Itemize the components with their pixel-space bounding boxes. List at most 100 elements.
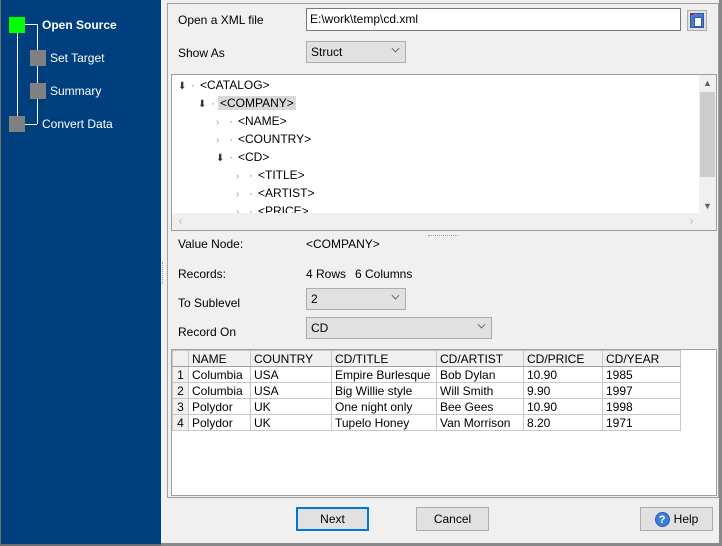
column-header[interactable]: CD/PRICE: [523, 350, 603, 367]
scroll-right-icon[interactable]: ›: [683, 213, 700, 230]
tree-node[interactable]: ⬇ · <CD>: [216, 149, 271, 166]
table-cell[interactable]: Bob Dylan: [436, 366, 524, 383]
splitter-grip[interactable]: [162, 262, 164, 284]
show-as-label: Show As: [178, 46, 225, 60]
next-button[interactable]: Next: [296, 507, 369, 531]
expand-arrow-icon[interactable]: ›: [236, 168, 248, 185]
wizard-steps-panel: Open Source Set Target Summary Convert D…: [0, 0, 161, 546]
wizard-connector: [17, 24, 18, 124]
open-xml-label: Open a XML file: [178, 13, 264, 27]
expand-arrow-icon[interactable]: ›: [236, 186, 248, 203]
records-grid[interactable]: NAME COUNTRY CD/TITLE CD/ARTIST CD/PRICE CD/Y…: [171, 349, 717, 496]
table-cell[interactable]: One night only: [331, 398, 437, 415]
records-label: Records:: [178, 267, 227, 281]
tree-node-label: <CATALOG>: [200, 78, 270, 92]
step-indicator-set-target: [30, 50, 46, 66]
tree-dot: ·: [229, 114, 233, 128]
sublevel-select[interactable]: 2: [306, 288, 406, 310]
scroll-up-icon[interactable]: ▲: [699, 75, 716, 92]
collapse-arrow-icon[interactable]: ⬇: [178, 78, 190, 95]
table-cell[interactable]: 1997: [602, 382, 681, 399]
table-row[interactable]: 3 Polydor UK One night only Bee Gees 10.90 199…: [172, 398, 681, 415]
scroll-left-icon[interactable]: ‹: [172, 213, 189, 230]
column-header[interactable]: CD/ARTIST: [436, 350, 524, 367]
records-columns: 6 Columns: [355, 267, 413, 281]
tree-dot: ·: [191, 78, 195, 92]
tree-node-label: <TITLE>: [258, 168, 305, 182]
value-node-label: Value Node:: [178, 237, 244, 251]
help-button[interactable]: ? Help: [640, 507, 713, 531]
row-number[interactable]: 3: [172, 398, 189, 415]
tree-node[interactable]: ⬇ · <COMPANY>: [198, 95, 296, 112]
step-open-source[interactable]: Open Source: [42, 18, 117, 32]
table-row[interactable]: 2 Columbia USA Big Willie style Will Smith 9.…: [172, 382, 681, 399]
table-cell[interactable]: 1985: [602, 366, 681, 383]
table-cell[interactable]: 10.90: [523, 366, 603, 383]
table-cell[interactable]: USA: [250, 366, 332, 383]
tree-node-label: <COUNTRY>: [238, 132, 312, 146]
table-cell[interactable]: Tupelo Honey: [331, 414, 437, 431]
table-row[interactable]: 1 Columbia USA Empire Burlesque Bob Dylan 10.…: [172, 366, 681, 383]
file-path-input[interactable]: E:\work\temp\cd.xml: [306, 8, 681, 31]
scroll-thumb[interactable]: [700, 92, 715, 177]
table-cell[interactable]: Will Smith: [436, 382, 524, 399]
xml-tree[interactable]: ⬇ · <CATALOG> ⬇ · <COMPANY> › · <NAME> › · <COUNTRY…: [171, 74, 717, 231]
table-cell[interactable]: 1998: [602, 398, 681, 415]
step-convert-data[interactable]: Convert Data: [42, 117, 113, 131]
record-on-select[interactable]: CD: [306, 317, 492, 339]
table-cell[interactable]: 1971: [602, 414, 681, 431]
tree-node[interactable]: › · <COUNTRY>: [216, 131, 313, 148]
step-summary[interactable]: Summary: [50, 84, 101, 98]
tree-vertical-scrollbar[interactable]: ▲ ▼: [699, 75, 716, 215]
tree-node[interactable]: › · <ARTIST>: [236, 185, 316, 202]
row-number[interactable]: 2: [172, 382, 189, 399]
row-number[interactable]: 1: [172, 366, 189, 383]
expand-arrow-icon[interactable]: ›: [216, 132, 228, 149]
table-cell[interactable]: UK: [250, 414, 332, 431]
tree-dot: ·: [229, 150, 233, 164]
collapse-arrow-icon[interactable]: ⬇: [198, 96, 210, 113]
tree-dot: ·: [249, 186, 253, 200]
tree-node[interactable]: ⬇ · <CATALOG>: [178, 77, 272, 94]
chevron-down-icon: [391, 291, 400, 300]
tree-horizontal-scrollbar[interactable]: ‹ ›: [172, 213, 700, 230]
sublevel-label: To Sublevel: [178, 296, 241, 310]
table-cell[interactable]: Polydor: [188, 398, 251, 415]
column-header[interactable]: CD/YEAR: [602, 350, 681, 367]
tree-node[interactable]: › · <NAME>: [216, 113, 289, 130]
table-cell[interactable]: 8.20: [523, 414, 603, 431]
sublevel-value: 2: [311, 292, 318, 306]
document-icon: [690, 13, 704, 28]
browse-file-button[interactable]: [687, 10, 707, 31]
tree-node[interactable]: › · <TITLE>: [236, 167, 307, 184]
table-cell[interactable]: Columbia: [188, 382, 251, 399]
table-cell[interactable]: UK: [250, 398, 332, 415]
table-cell[interactable]: Big Willie style: [331, 382, 437, 399]
record-on-label: Record On: [178, 325, 237, 339]
table-cell[interactable]: Columbia: [188, 366, 251, 383]
table-cell[interactable]: Polydor: [188, 414, 251, 431]
column-header[interactable]: COUNTRY: [250, 350, 332, 367]
table-row[interactable]: 4 Polydor UK Tupelo Honey Van Morrison 8.20 19…: [172, 414, 681, 431]
column-header[interactable]: NAME: [188, 350, 251, 367]
step-set-target[interactable]: Set Target: [50, 51, 104, 65]
help-icon: ?: [654, 512, 670, 528]
table-cell[interactable]: Empire Burlesque: [331, 366, 437, 383]
column-header[interactable]: CD/TITLE: [331, 350, 437, 367]
collapse-arrow-icon[interactable]: ⬇: [216, 150, 228, 167]
row-number[interactable]: 4: [172, 414, 189, 431]
table-cell[interactable]: 10.90: [523, 398, 603, 415]
record-on-value: CD: [311, 321, 329, 335]
table-cell[interactable]: USA: [250, 382, 332, 399]
chevron-down-icon: [391, 44, 400, 53]
tree-node-label: <COMPANY>: [218, 96, 296, 110]
expand-arrow-icon[interactable]: ›: [216, 114, 228, 131]
table-cell[interactable]: Van Morrison: [436, 414, 524, 431]
table-cell[interactable]: Bee Gees: [436, 398, 524, 415]
show-as-select[interactable]: Struct: [306, 41, 406, 63]
tree-splitter-grip[interactable]: [428, 235, 458, 236]
cancel-button[interactable]: Cancel: [416, 507, 489, 531]
tree-node-label: <ARTIST>: [258, 186, 315, 200]
table-cell[interactable]: 9.90: [523, 382, 603, 399]
tree-dot: ·: [229, 132, 233, 146]
